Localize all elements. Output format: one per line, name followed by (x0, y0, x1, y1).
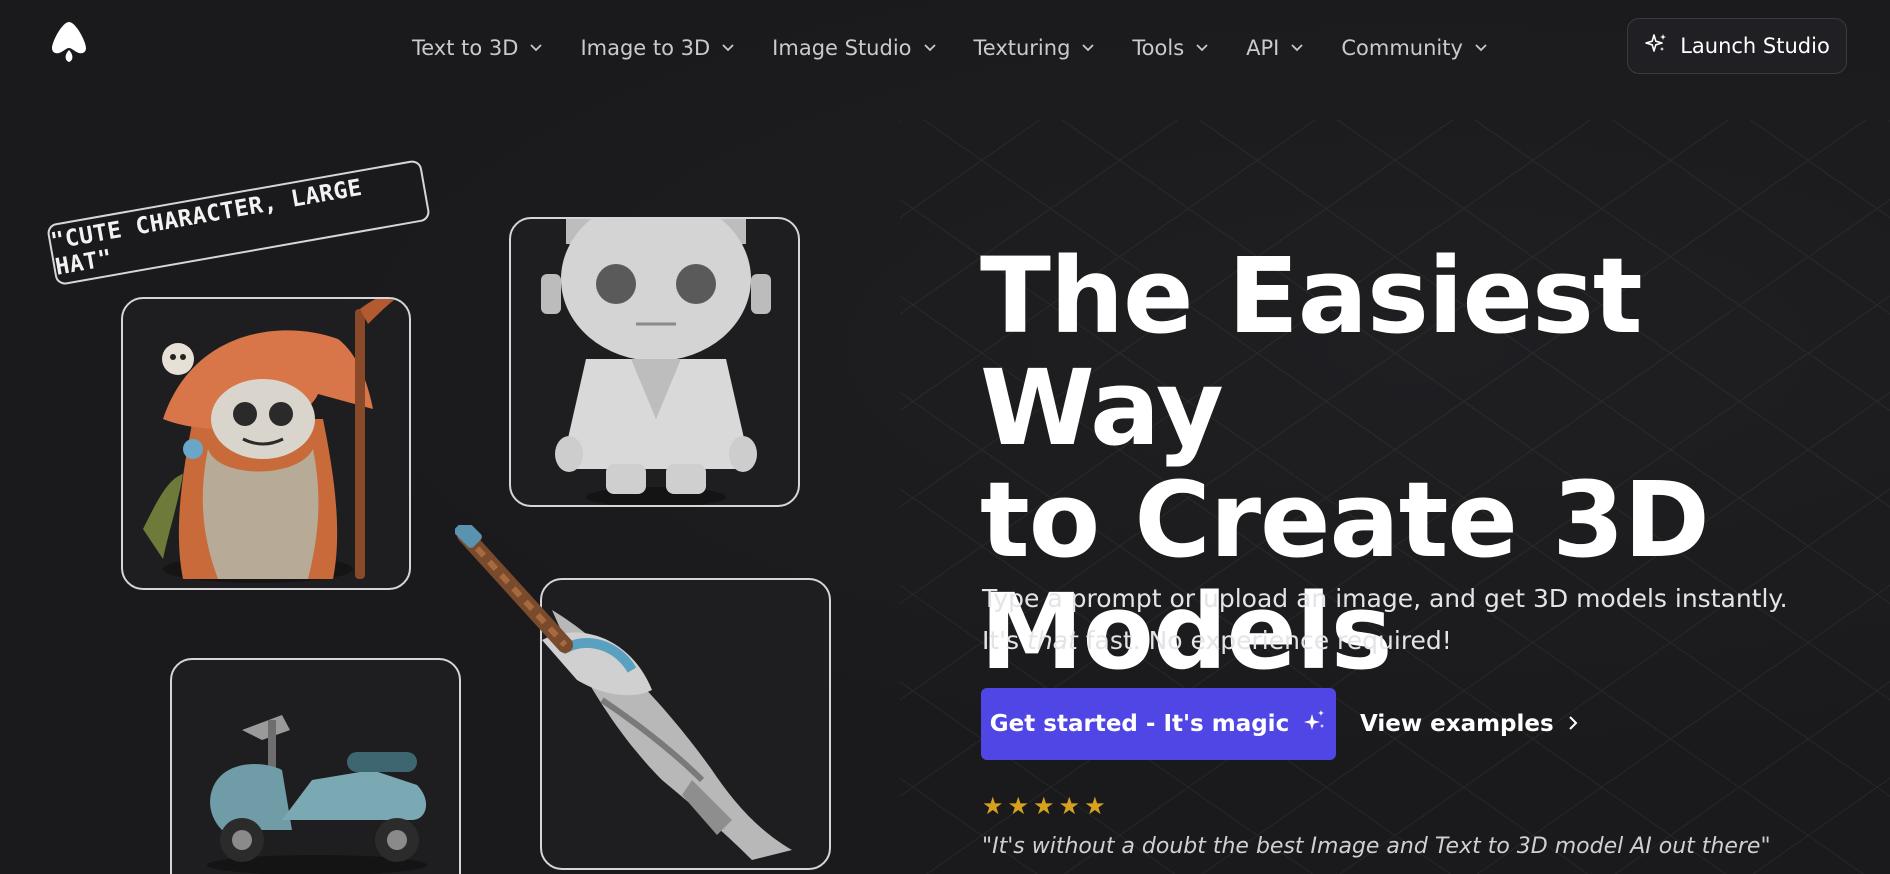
top-navigation: Text to 3D Image to 3D Image Studio Text… (0, 0, 1890, 94)
rating-stars: ★ ★ ★ ★ ★ (982, 792, 1106, 820)
showcase-card-wizard[interactable] (121, 297, 411, 590)
scooter-model-image (207, 715, 427, 874)
hero-subtitle: Type a prompt or upload an image, and ge… (982, 578, 1842, 662)
blade-model-image (542, 610, 792, 860)
chevron-down-icon (1291, 42, 1304, 54)
nav-item-label: Image Studio (772, 36, 912, 60)
hero-subtitle-emphasis: that (1027, 626, 1078, 655)
view-examples-link[interactable]: View examples (1360, 703, 1578, 745)
sparkle-icon (1644, 32, 1668, 61)
testimonial-quote: "It's without a doubt the best Image and… (982, 834, 1771, 859)
nav-item-text-to-3d[interactable]: Text to 3D (412, 36, 543, 60)
chevron-down-icon (1475, 42, 1487, 54)
showcase-card-blade[interactable] (540, 578, 831, 870)
nav-item-api[interactable]: API (1246, 36, 1304, 60)
launch-studio-label: Launch Studio (1680, 34, 1830, 58)
nav-item-image-to-3d[interactable]: Image to 3D (580, 36, 734, 60)
star-icon: ★ (1058, 792, 1081, 820)
showcase-card-scooter[interactable] (170, 658, 461, 874)
tripo-logo-icon[interactable] (48, 20, 90, 64)
launch-studio-button[interactable]: Launch Studio (1627, 18, 1847, 74)
nav-item-label: Texturing (973, 36, 1071, 60)
get-started-button[interactable]: Get started - It's magic (981, 688, 1336, 760)
hero-subtitle-pre: It's (982, 626, 1028, 655)
nav-item-texturing[interactable]: Texturing (974, 36, 1095, 60)
nav-item-tools[interactable]: Tools (1132, 36, 1208, 60)
view-examples-label: View examples (1360, 711, 1554, 737)
chevron-down-icon (530, 42, 543, 54)
showcase-card-monster[interactable] (509, 217, 800, 507)
hero-subtitle-line: Type a prompt or upload an image, and ge… (982, 584, 1788, 613)
nav-menu: Text to 3D Image to 3D Image Studio Text… (412, 30, 1525, 66)
nav-item-label: Community (1341, 36, 1463, 60)
hero-subtitle-post: fast. No experience required! (1077, 626, 1452, 655)
nav-item-label: API (1246, 36, 1280, 60)
landing-page: Text to 3D Image to 3D Image Studio Text… (0, 0, 1890, 874)
get-started-label: Get started - It's magic (989, 711, 1290, 737)
blade-handle-image (455, 525, 573, 653)
nav-item-image-studio[interactable]: Image Studio (772, 36, 936, 60)
hero-title-line: The Easiest Way (980, 235, 1643, 469)
chevron-down-icon (722, 42, 734, 54)
prompt-tag: "CUTE CHARACTER, LARGE HAT" (46, 159, 431, 287)
chevron-down-icon (1196, 42, 1208, 54)
monster-model-image (541, 219, 771, 505)
chevron-right-icon (1568, 711, 1578, 737)
star-icon: ★ (982, 792, 1004, 820)
chevron-down-icon (1082, 42, 1095, 54)
nav-item-label: Tools (1132, 36, 1185, 60)
hero-title-line: to Create 3D (980, 459, 1710, 581)
nav-item-label: Image to 3D (580, 36, 711, 60)
star-icon: ★ (1084, 792, 1106, 820)
wizard-model-image (143, 299, 396, 583)
sparkle-icon (1301, 708, 1327, 740)
nav-item-community[interactable]: Community (1341, 36, 1487, 60)
nav-item-label: Text to 3D (412, 36, 519, 60)
star-icon: ★ (1033, 792, 1055, 820)
chevron-down-icon (923, 42, 936, 54)
star-icon: ★ (1007, 792, 1030, 820)
